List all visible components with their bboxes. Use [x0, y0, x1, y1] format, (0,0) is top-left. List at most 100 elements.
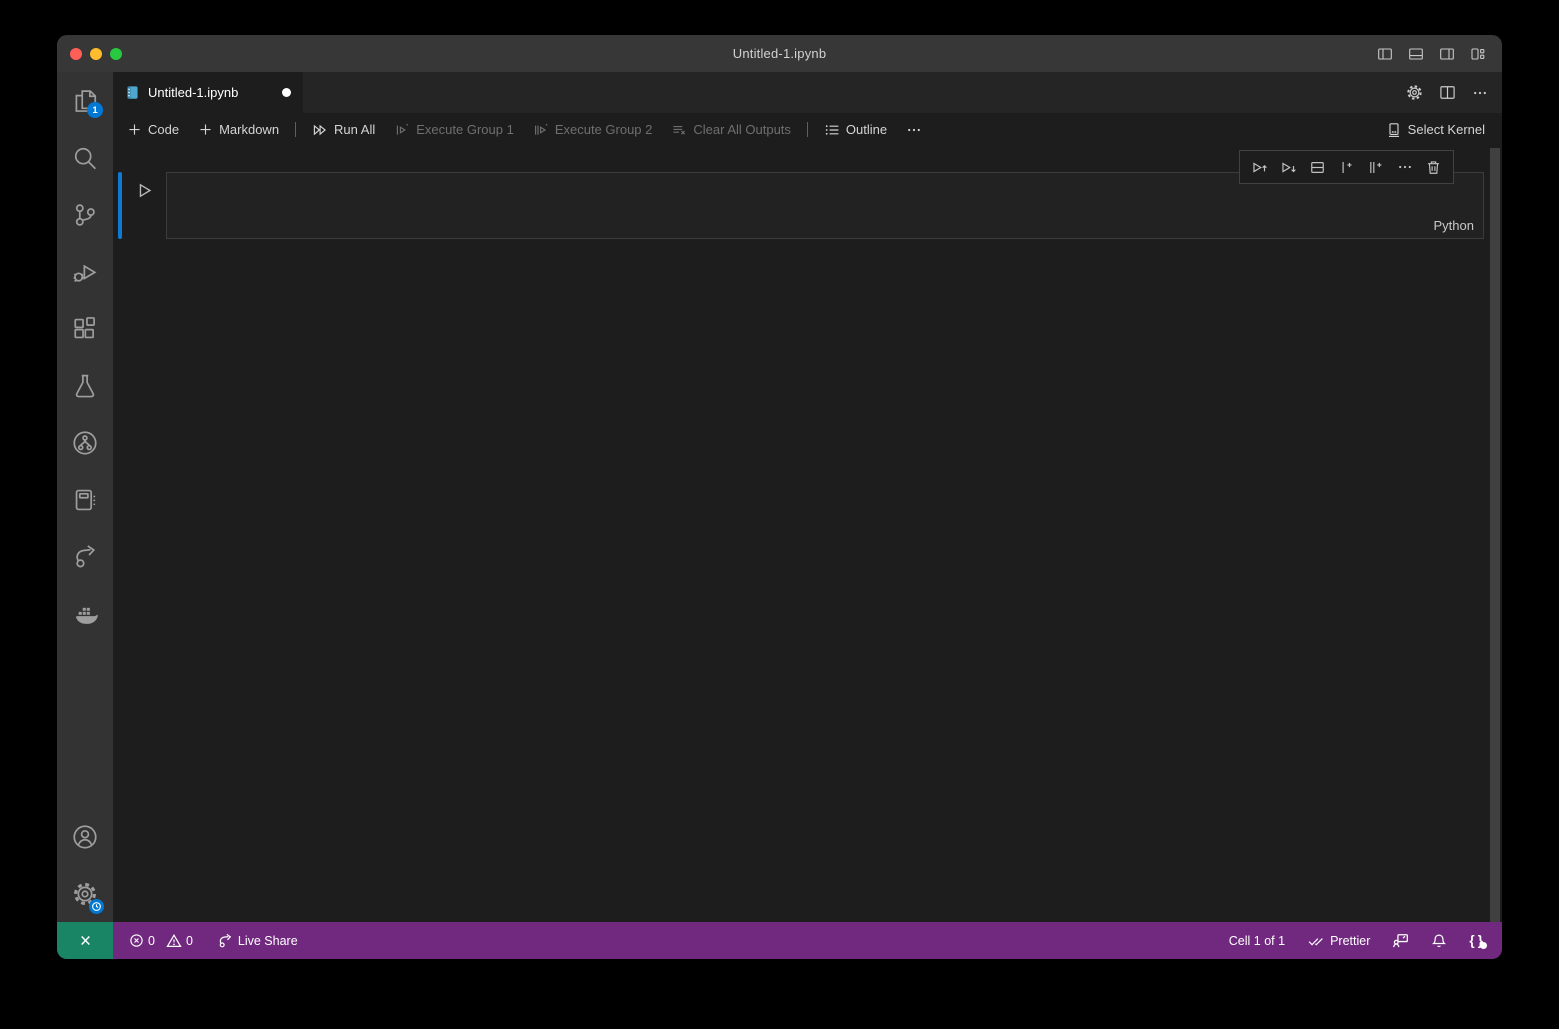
tab-untitled-1-ipynb[interactable]: Untitled-1.ipynb: [113, 72, 303, 113]
run-all-icon: [312, 122, 328, 138]
outline-button[interactable]: Outline: [824, 122, 887, 138]
double-check-icon: [1307, 933, 1325, 948]
sidebar-item-explorer[interactable]: 1: [57, 72, 113, 129]
live-share-icon: [72, 544, 98, 570]
beaker-icon: [72, 373, 98, 399]
remote-icon: [77, 932, 94, 949]
clear-all-outputs-button[interactable]: Clear All Outputs: [671, 122, 791, 138]
language-status-dot: [1480, 942, 1487, 949]
problems-status[interactable]: 0 0: [129, 933, 193, 949]
cell-toolbar: [1239, 150, 1454, 184]
close-window-button[interactable]: [70, 48, 82, 60]
tab-bar: Untitled-1.ipynb: [113, 72, 1502, 113]
sidebar-item-settings[interactable]: [57, 865, 113, 922]
sidebar-item-run-debug[interactable]: [57, 243, 113, 300]
split-editor-icon[interactable]: [1439, 84, 1456, 101]
plus-icon: [198, 122, 213, 137]
insert-markdown-cell-icon[interactable]: [1361, 153, 1390, 181]
toggle-secondary-sidebar-icon[interactable]: [1439, 46, 1455, 62]
editor-scrollbar[interactable]: [1490, 148, 1500, 922]
list-icon: [824, 122, 840, 138]
vscode-window: Untitled-1.ipynb: [57, 35, 1502, 959]
notifications-status[interactable]: [1431, 933, 1447, 949]
zoom-window-button[interactable]: [110, 48, 122, 60]
formatter-status[interactable]: Prettier: [1307, 933, 1370, 948]
cell-more-actions-icon[interactable]: [1390, 153, 1419, 181]
explorer-badge: 1: [87, 102, 103, 118]
run-cell-button[interactable]: [135, 181, 154, 200]
sidebar-item-testing[interactable]: [57, 357, 113, 414]
activity-bar: 1: [57, 72, 113, 922]
sidebar-item-git-graph[interactable]: [57, 414, 113, 471]
toolbar-more-actions-icon[interactable]: [906, 122, 922, 138]
debug-icon: [72, 259, 98, 285]
status-bar: 0 0 Live Share Cell 1 of 1 Prettier: [57, 922, 1502, 959]
cell-position-status[interactable]: Cell 1 of 1: [1229, 934, 1285, 948]
split-cell-icon[interactable]: [1303, 153, 1332, 181]
execute-group-icon: [533, 122, 549, 138]
cell-language-picker[interactable]: Python: [1434, 218, 1474, 233]
plus-icon: [127, 122, 142, 137]
notebook-editor: Python: [113, 146, 1502, 922]
error-count: 0: [148, 934, 155, 948]
customize-layout-icon[interactable]: [1470, 46, 1486, 62]
error-icon: [129, 933, 144, 948]
account-icon: [72, 824, 98, 850]
execute-cell-and-below-icon[interactable]: [1274, 153, 1303, 181]
editor-actions: [1406, 72, 1502, 113]
delete-cell-icon[interactable]: [1419, 153, 1448, 181]
feedback-icon: [1392, 932, 1409, 949]
feedback-status[interactable]: [1392, 932, 1409, 949]
settings-clock-badge: [89, 899, 104, 914]
execute-above-cells-icon[interactable]: [1245, 153, 1274, 181]
sidebar-item-source-control[interactable]: [57, 186, 113, 243]
layout-controls: [1377, 35, 1486, 72]
sidebar-item-accounts[interactable]: [57, 808, 113, 865]
toolbar-divider: [807, 122, 808, 137]
minimize-window-button[interactable]: [90, 48, 102, 60]
window-title: Untitled-1.ipynb: [733, 46, 827, 61]
clear-all-outputs-icon: [671, 122, 687, 138]
add-code-cell-button[interactable]: Code: [127, 122, 179, 137]
editor-group: Untitled-1.ipynb: [113, 72, 1502, 922]
select-kernel-button[interactable]: Select Kernel: [1386, 122, 1485, 138]
sidebar-item-live-share[interactable]: [57, 528, 113, 585]
titlebar: Untitled-1.ipynb: [57, 35, 1502, 72]
run-all-button[interactable]: Run All: [312, 122, 375, 138]
toolbar-divider: [295, 122, 296, 137]
live-share-status[interactable]: Live Share: [217, 933, 298, 949]
remote-indicator[interactable]: [57, 922, 113, 959]
execute-group-icon: [394, 122, 410, 138]
sidebar-item-docker[interactable]: [57, 585, 113, 642]
source-control-icon: [72, 202, 98, 228]
extensions-icon: [72, 316, 98, 342]
add-markdown-cell-button[interactable]: Markdown: [198, 122, 279, 137]
notebook-settings-icon[interactable]: [1406, 84, 1423, 101]
modified-indicator[interactable]: [282, 88, 291, 97]
sidebar-item-notebooks[interactable]: [57, 471, 113, 528]
docker-whale-icon: [72, 601, 98, 627]
bell-icon: [1431, 933, 1447, 949]
formatter-label: Prettier: [1330, 934, 1370, 948]
toggle-primary-sidebar-icon[interactable]: [1377, 46, 1393, 62]
execute-group-2-button[interactable]: Execute Group 2: [533, 122, 653, 138]
git-graph-icon: [72, 430, 98, 456]
cell-focus-indicator[interactable]: [118, 172, 122, 239]
more-actions-icon[interactable]: [1472, 85, 1488, 101]
insert-code-cell-icon[interactable]: [1332, 153, 1361, 181]
warning-icon: [166, 933, 182, 949]
language-status[interactable]: { }: [1469, 933, 1484, 948]
toggle-panel-icon[interactable]: [1408, 46, 1424, 62]
notebook-toolbar: Code Markdown Run All Execute Group 1: [113, 113, 1502, 146]
tab-label: Untitled-1.ipynb: [148, 85, 238, 100]
warning-count: 0: [186, 934, 193, 948]
window-controls: [70, 35, 122, 72]
sidebar-item-search[interactable]: [57, 129, 113, 186]
kernel-icon: [1386, 122, 1402, 138]
workbench: 1: [57, 72, 1502, 922]
execute-group-1-button[interactable]: Execute Group 1: [394, 122, 514, 138]
sidebar-item-extensions[interactable]: [57, 300, 113, 357]
screen: Untitled-1.ipynb: [0, 0, 1559, 1029]
live-share-label: Live Share: [238, 934, 298, 948]
live-share-icon: [217, 933, 233, 949]
